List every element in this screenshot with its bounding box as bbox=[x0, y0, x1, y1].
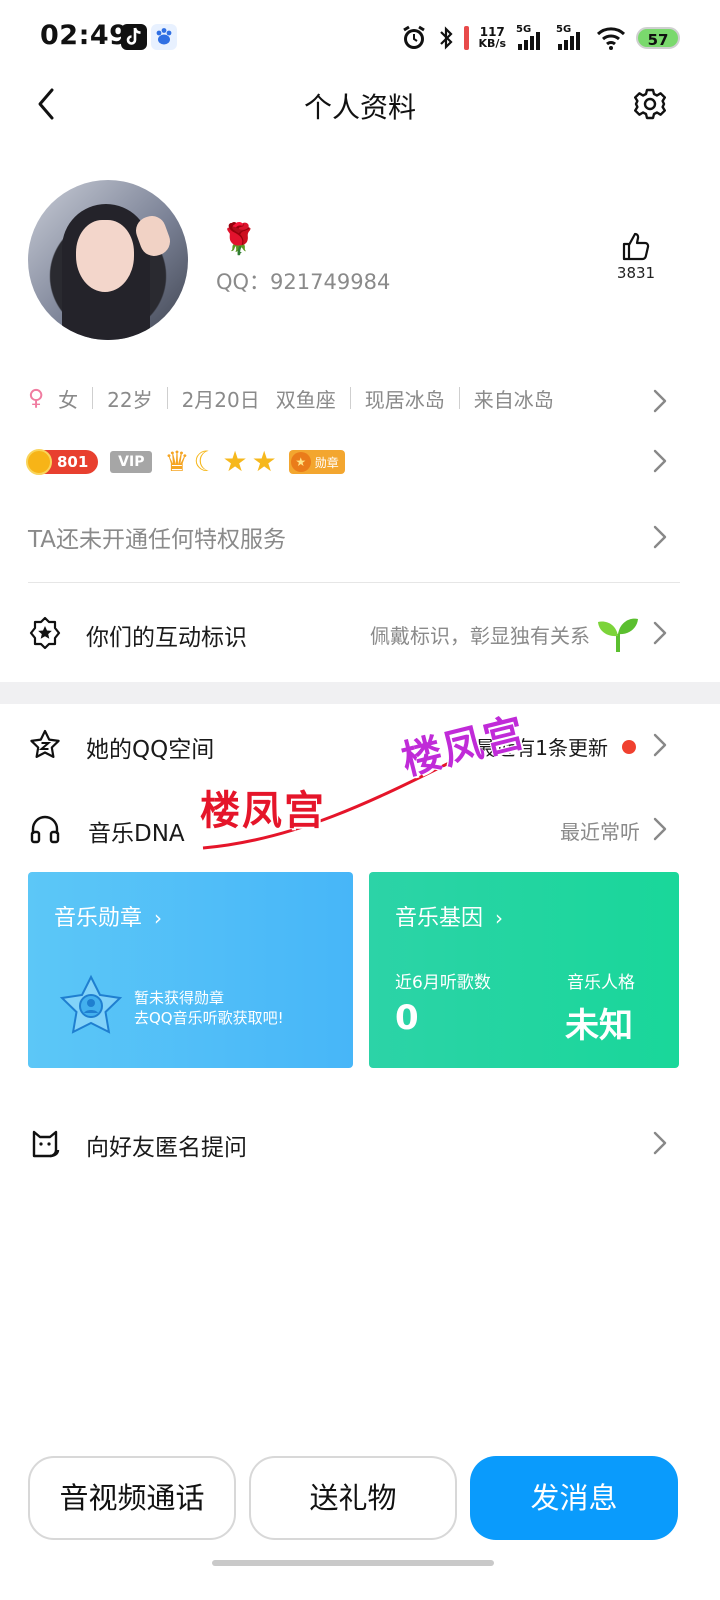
page-title: 个人资料 bbox=[303, 91, 416, 124]
baidu-notification-icon bbox=[151, 24, 177, 50]
gear-icon bbox=[634, 88, 666, 120]
chevron-right-icon bbox=[653, 733, 667, 757]
status-time: 02:49 bbox=[40, 20, 129, 51]
crown-icon: ♛ bbox=[164, 445, 190, 478]
chevron-right-icon bbox=[653, 817, 667, 841]
residence-text: 现居冰岛 bbox=[364, 387, 445, 412]
birthday-text: 2月20日 bbox=[181, 387, 260, 412]
battery-indicator: 57 bbox=[636, 27, 680, 49]
music-gene-title: 音乐基因 › bbox=[395, 906, 504, 931]
anonymous-question-row[interactable]: 向好友匿名提问 bbox=[0, 1114, 720, 1174]
music-gene-card[interactable]: 音乐基因 › 近6月听歌数 0 音乐人格 未知 bbox=[369, 872, 679, 1068]
watermark-text: 楼凤宫 bbox=[200, 788, 326, 834]
music-medal-card[interactable]: 音乐勋章 › 暂未获得勋章 去QQ音乐听歌获取吧! bbox=[28, 872, 353, 1068]
vip-badge: VIP bbox=[110, 451, 153, 473]
chevron-right-icon bbox=[653, 389, 667, 413]
settings-button[interactable] bbox=[630, 84, 670, 124]
interaction-mark-row[interactable]: 你们的互动标识 佩戴标识，彰显独有关系 bbox=[0, 604, 720, 664]
signal-5g-2-icon: 5G bbox=[556, 24, 586, 52]
qzone-star-icon bbox=[30, 729, 60, 758]
thumbs-up-icon bbox=[622, 232, 650, 261]
avatar[interactable] bbox=[28, 180, 188, 340]
badge-star-icon bbox=[29, 616, 61, 650]
star-icon: ★ bbox=[251, 445, 277, 478]
gender-text: 女 bbox=[58, 387, 79, 412]
divider bbox=[166, 387, 168, 409]
anonymous-question-label: 向好友匿名提问 bbox=[86, 1135, 247, 1161]
av-call-button[interactable]: 音视频通话 bbox=[28, 1456, 236, 1540]
status-bar: 02:49 117 KB/s 5G 5G 57 bbox=[0, 0, 720, 76]
chevron-right-icon bbox=[653, 449, 667, 473]
music-dna-label: 音乐DNA bbox=[88, 821, 185, 847]
chevron-right-icon bbox=[653, 621, 667, 645]
like-count: 3831 bbox=[616, 264, 656, 282]
chevron-right-icon: › bbox=[495, 906, 504, 930]
like-button[interactable] bbox=[616, 230, 656, 266]
bluetooth-icon bbox=[439, 26, 453, 50]
star-icon: ★ bbox=[222, 445, 248, 478]
moon-icon: ☾ bbox=[193, 445, 219, 478]
songs-count-label: 近6月听歌数 bbox=[395, 973, 491, 993]
send-gift-button[interactable]: 送礼物 bbox=[249, 1456, 457, 1540]
headphones-icon bbox=[30, 815, 60, 844]
header: 个人资料 bbox=[0, 76, 720, 132]
send-message-button[interactable]: 发消息 bbox=[470, 1456, 678, 1540]
cat-face-icon bbox=[32, 1130, 60, 1158]
divider bbox=[92, 387, 94, 409]
home-indicator[interactable] bbox=[212, 1560, 494, 1566]
unread-dot bbox=[622, 740, 636, 754]
tiktok-notification-icon bbox=[121, 24, 147, 50]
medal-star-icon bbox=[59, 974, 123, 1034]
interaction-mark-hint: 佩戴标识，彰显独有关系 bbox=[370, 624, 590, 648]
medal-badge: ★ 勋章 bbox=[288, 450, 345, 474]
section-gap bbox=[0, 682, 720, 704]
hometown-text: 来自冰岛 bbox=[473, 387, 554, 412]
network-speed: 117 KB/s bbox=[478, 25, 506, 50]
privilege-status[interactable]: TA还未开通任何特权服务 bbox=[28, 520, 286, 554]
qq-number: QQ：921749984 bbox=[216, 270, 391, 294]
zodiac-text: 双鱼座 bbox=[275, 387, 336, 412]
music-dna-hint: 最近常听 bbox=[560, 820, 640, 844]
interaction-mark-label: 你们的互动标识 bbox=[86, 625, 247, 651]
female-icon: ♀ bbox=[28, 385, 45, 411]
music-persona-value: 未知 bbox=[565, 1006, 633, 1046]
music-persona-label: 音乐人格 bbox=[567, 973, 635, 993]
badges-row[interactable]: 801 VIP ♛ ☾ ★ ★ ★ 勋章 bbox=[26, 444, 345, 480]
coin-icon bbox=[26, 449, 52, 475]
signal-5g-1-icon: 5G bbox=[516, 24, 546, 52]
songs-count-value: 0 bbox=[395, 998, 419, 1038]
medal-icon: ★ bbox=[290, 452, 311, 472]
music-medal-note: 暂未获得勋章 去QQ音乐听歌获取吧! bbox=[134, 989, 284, 1027]
nickname-rose-icon: 🌹 bbox=[220, 222, 258, 257]
level-badge: 801 bbox=[26, 449, 99, 475]
section-divider bbox=[28, 582, 680, 583]
age-text: 22岁 bbox=[107, 387, 153, 412]
divider bbox=[349, 387, 351, 409]
sprout-icon bbox=[598, 618, 638, 652]
chevron-right-icon bbox=[653, 1131, 667, 1155]
wifi-icon bbox=[596, 27, 626, 50]
alarm-icon bbox=[402, 25, 425, 49]
chevron-right-icon bbox=[653, 525, 667, 549]
chevron-right-icon: › bbox=[154, 906, 163, 930]
divider bbox=[458, 387, 460, 409]
music-medal-title: 音乐勋章 › bbox=[54, 906, 163, 931]
vibrate-indicator bbox=[463, 26, 469, 50]
basic-info-row[interactable]: ♀ 女 22岁 2月20日 双鱼座 现居冰岛 来自冰岛 bbox=[28, 378, 680, 418]
